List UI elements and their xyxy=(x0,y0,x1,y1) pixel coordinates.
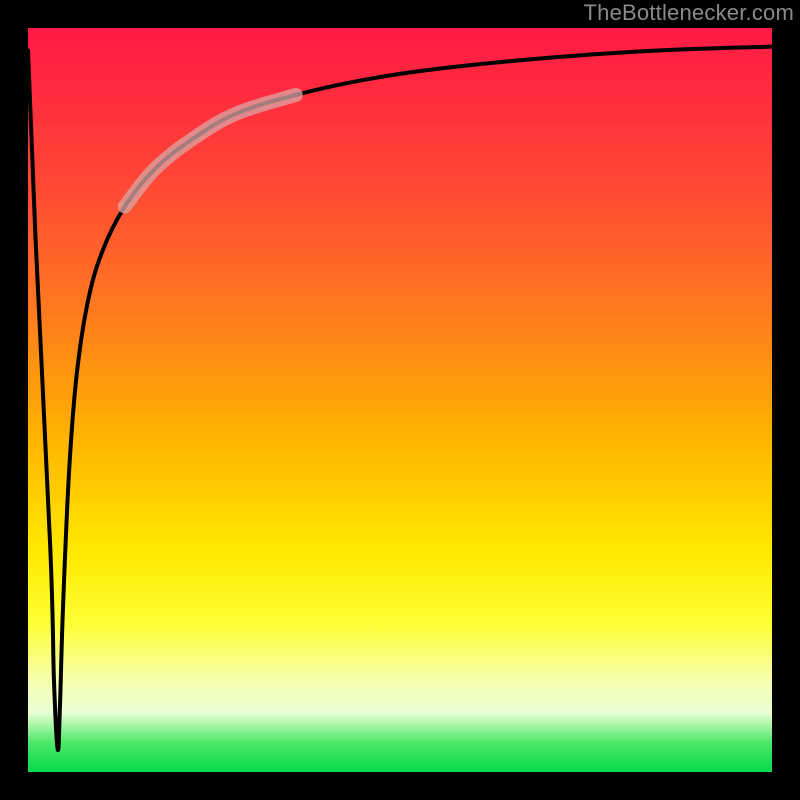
attribution-text: TheBottlenecker.com xyxy=(584,0,794,26)
curve-highlight xyxy=(125,95,296,207)
curve-layer xyxy=(28,28,772,772)
axis-left xyxy=(0,0,28,800)
axis-bottom xyxy=(0,772,800,800)
plot-area xyxy=(28,28,772,772)
axis-right xyxy=(772,0,800,800)
chart-stage: TheBottlenecker.com xyxy=(0,0,800,800)
bottleneck-curve xyxy=(28,47,772,751)
